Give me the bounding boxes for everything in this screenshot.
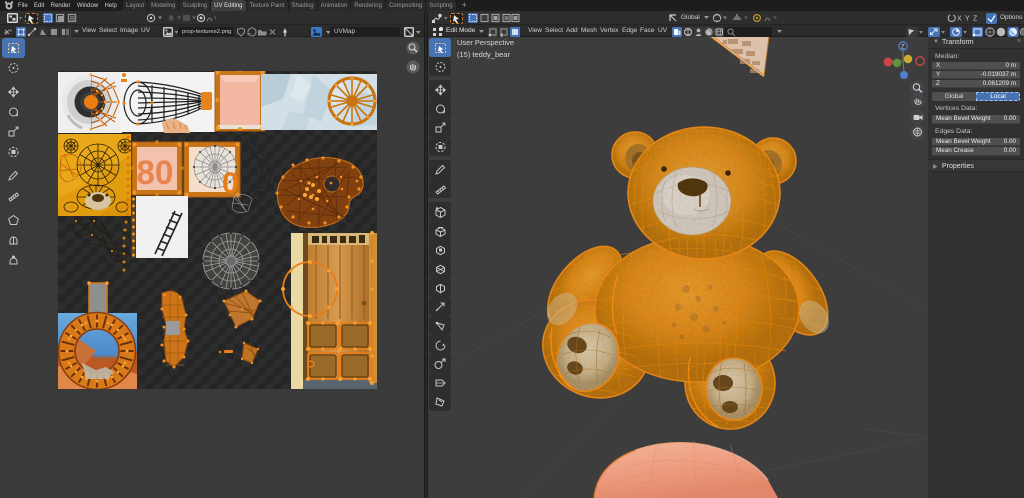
- svg-text:Z: Z: [973, 16, 978, 23]
- svg-text:X: X: [957, 16, 962, 23]
- svg-text:User Perspective: User Perspective: [457, 38, 514, 47]
- svg-text:80: 80: [136, 155, 173, 192]
- svg-text:Y: Y: [965, 16, 970, 23]
- svg-text:Z: Z: [901, 44, 905, 50]
- svg-text:(15) teddy_bear: (15) teddy_bear: [457, 50, 510, 59]
